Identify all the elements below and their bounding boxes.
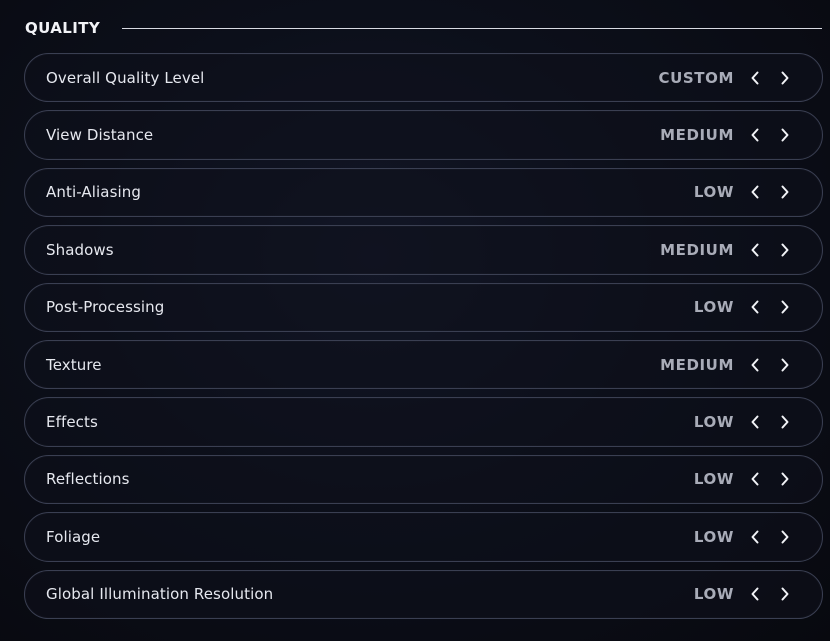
previous-option-button[interactable] [744,124,766,146]
setting-value: MEDIUM [660,126,734,145]
chevron-left-icon [750,185,760,199]
setting-row-texture[interactable]: Texture MEDIUM [24,339,823,390]
next-option-button[interactable] [774,411,796,433]
setting-row-reflections[interactable]: Reflections LOW [24,454,823,505]
setting-row-effects[interactable]: Effects LOW [24,397,823,447]
previous-option-button[interactable] [744,411,766,433]
setting-label: Global Illumination Resolution [46,585,274,604]
next-option-button[interactable] [774,239,796,261]
setting-label: Post-Processing [46,298,165,317]
chevron-left-icon [750,358,760,372]
chevron-left-icon [750,243,760,257]
chevron-right-icon [780,472,790,486]
section-divider [122,27,822,30]
chevron-right-icon [780,300,790,314]
setting-label: Overall Quality Level [46,68,205,87]
section-title: QUALITY [25,19,101,37]
chevron-right-icon [780,530,790,544]
setting-label: Texture [46,355,102,374]
chevron-right-icon [780,243,790,257]
setting-value: LOW [693,585,734,604]
next-option-button[interactable] [774,526,796,548]
setting-row-shadows[interactable]: Shadows MEDIUM [24,225,823,275]
chevron-right-icon [780,415,790,429]
chevron-left-icon [750,530,760,544]
setting-value: LOW [693,470,734,489]
chevron-right-icon [780,185,790,199]
previous-option-button[interactable] [744,583,766,605]
setting-row-anti-aliasing[interactable]: Anti-Aliasing LOW [24,167,823,218]
setting-row-post-processing[interactable]: Post-Processing LOW [24,282,823,332]
chevron-left-icon [750,71,760,85]
settings-list: Overall Quality Level CUSTOM View Distance… [24,53,823,619]
next-option-button[interactable] [774,124,796,146]
setting-label: Foliage [46,527,101,546]
setting-label: Effects [46,413,98,432]
chevron-left-icon [750,128,760,142]
previous-option-button[interactable] [744,67,766,89]
chevron-left-icon [750,587,760,601]
setting-row-global-illumination-resolution[interactable]: Global Illumination Resolution LOW [24,569,823,619]
setting-label: View Distance [46,126,154,145]
next-option-button[interactable] [774,296,796,318]
chevron-right-icon [780,587,790,601]
next-option-button[interactable] [774,67,796,89]
section-header: QUALITY [25,17,822,39]
setting-label: Anti-Aliasing [46,183,141,202]
setting-row-foliage[interactable]: Foliage LOW [24,512,823,562]
next-option-button[interactable] [774,468,796,490]
chevron-right-icon [780,358,790,372]
previous-option-button[interactable] [744,296,766,318]
previous-option-button[interactable] [744,181,766,203]
next-option-button[interactable] [774,181,796,203]
setting-label: Reflections [46,470,130,489]
chevron-left-icon [750,415,760,429]
previous-option-button[interactable] [744,526,766,548]
next-option-button[interactable] [774,354,796,376]
next-option-button[interactable] [774,583,796,605]
setting-value: LOW [693,298,734,317]
setting-row-overall-quality-level[interactable]: Overall Quality Level CUSTOM [24,53,823,103]
previous-option-button[interactable] [744,354,766,376]
setting-value: LOW [693,527,734,546]
setting-value: CUSTOM [658,68,734,87]
chevron-left-icon [750,300,760,314]
chevron-right-icon [780,128,790,142]
setting-row-view-distance[interactable]: View Distance MEDIUM [24,110,823,160]
setting-value: MEDIUM [660,355,734,374]
previous-option-button[interactable] [744,239,766,261]
chevron-left-icon [750,472,760,486]
previous-option-button[interactable] [744,468,766,490]
chevron-right-icon [780,71,790,85]
setting-value: MEDIUM [660,240,734,259]
setting-value: LOW [693,183,734,202]
setting-label: Shadows [46,240,114,259]
setting-value: LOW [693,413,734,432]
